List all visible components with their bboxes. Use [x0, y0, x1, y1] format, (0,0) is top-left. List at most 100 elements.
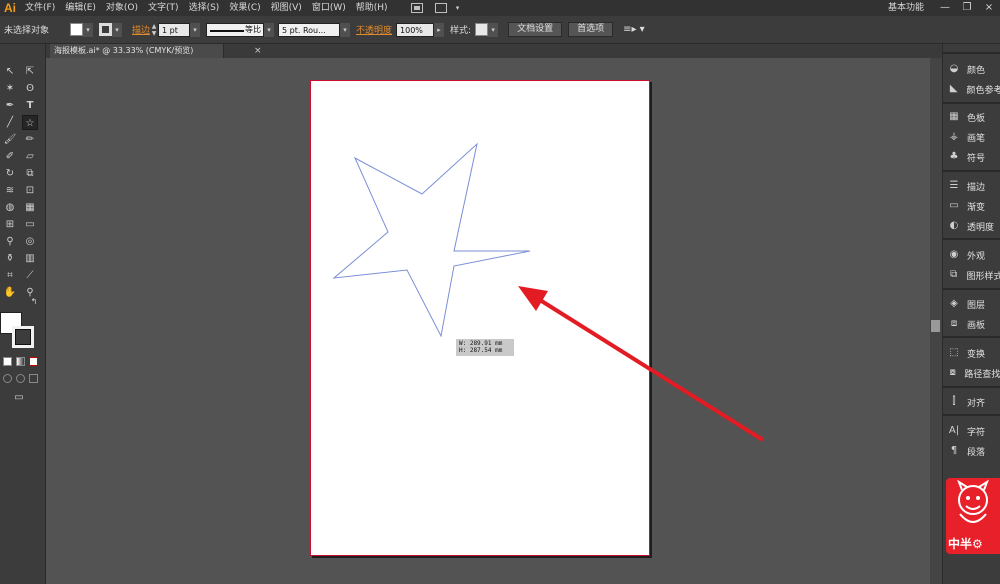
- stroke-dropdown-icon[interactable]: ▾: [112, 22, 122, 37]
- color-mode-icon[interactable]: [3, 357, 12, 366]
- draw-behind-icon[interactable]: [16, 374, 25, 383]
- scrollbar-thumb[interactable]: [931, 320, 940, 332]
- lasso-tool-icon[interactable]: ʘ: [22, 81, 38, 96]
- panel-character[interactable]: A| 字符: [947, 422, 1000, 440]
- menu-object[interactable]: 对象(O): [101, 0, 143, 16]
- pen-tool-icon[interactable]: ✒: [2, 98, 18, 113]
- restore-icon[interactable]: ❐: [956, 0, 978, 16]
- document-tab-bar: 海报模板.ai* @ 33.33% (CMYK/预览) ×: [46, 44, 942, 58]
- workspace-switcher[interactable]: 基本功能: [888, 0, 924, 16]
- panel-brushes[interactable]: ⚶ 画笔: [947, 128, 1000, 146]
- menu-file[interactable]: 文件(F): [20, 0, 60, 16]
- brush-dropdown-icon[interactable]: ▾: [340, 22, 351, 37]
- panel-stroke[interactable]: ☰ 描边: [947, 177, 1000, 195]
- menu-effect[interactable]: 效果(C): [224, 0, 265, 16]
- stroke-swatch[interactable]: [99, 23, 112, 36]
- canvas-area[interactable]: W: 289.91 mm H: 287.54 mm: [46, 58, 942, 584]
- stroke-profile-dropdown-icon[interactable]: ▾: [264, 22, 275, 37]
- panel-label: 段落: [967, 447, 986, 458]
- panel-layers[interactable]: ◈ 图层: [947, 295, 1000, 313]
- draw-normal-icon[interactable]: [3, 374, 12, 383]
- pencil-tool-icon[interactable]: ✏: [22, 132, 38, 147]
- scale-tool-icon[interactable]: ⧉: [22, 166, 38, 181]
- menu-select[interactable]: 选择(S): [184, 0, 225, 16]
- brush-select[interactable]: 5 pt. Rou...: [278, 22, 341, 37]
- fill-swatch[interactable]: [70, 23, 83, 36]
- arrange-documents-icon[interactable]: [434, 3, 447, 13]
- opacity-dropdown-icon[interactable]: ▸: [434, 22, 445, 37]
- free-transform-tool-icon[interactable]: ⊡: [22, 183, 38, 198]
- direct-selection-tool-icon[interactable]: ⇱: [22, 64, 38, 79]
- panel-transparency[interactable]: ◐ 透明度: [947, 217, 1000, 235]
- document-tab[interactable]: 海报模板.ai* @ 33.33% (CMYK/预览): [50, 44, 224, 58]
- hand-tool-icon[interactable]: ✋: [2, 285, 18, 300]
- none-mode-icon[interactable]: [29, 357, 38, 366]
- eraser-tool-icon[interactable]: ▱: [22, 149, 38, 164]
- menu-view[interactable]: 视图(V): [266, 0, 307, 16]
- stroke-profile-select[interactable]: 等比: [206, 22, 265, 37]
- blend-tool-icon[interactable]: ◎: [22, 234, 38, 249]
- gradient-mode-icon[interactable]: [16, 357, 25, 366]
- warp-tool-icon[interactable]: ≋: [2, 183, 18, 198]
- stroke-weight-spinner-icon[interactable]: ▲ ▼: [150, 23, 158, 37]
- panel-color[interactable]: ◒ 颜色: [947, 60, 1000, 78]
- stroke-label[interactable]: 描边: [132, 23, 150, 36]
- eyedropper-tool-icon[interactable]: ⚲: [2, 234, 18, 249]
- panel-paragraph[interactable]: ¶ 段落: [947, 442, 1000, 460]
- slice-tool-icon[interactable]: ⟋: [22, 268, 38, 283]
- shape-builder-tool-icon[interactable]: ◍: [2, 200, 18, 215]
- star-shape[interactable]: [332, 142, 531, 338]
- panel-options-icon[interactable]: ≡▸ ▾: [623, 24, 645, 35]
- artboard-tool-icon[interactable]: ⌗: [2, 268, 18, 283]
- menu-edit[interactable]: 编辑(E): [60, 0, 101, 16]
- site-watermark: 中半⚙: [946, 478, 1000, 554]
- opacity-label[interactable]: 不透明度: [356, 23, 392, 36]
- panel-symbols[interactable]: ♣ 符号: [947, 148, 1000, 166]
- panel-pathfinder[interactable]: ⧇ 路径查找器: [947, 364, 1000, 382]
- close-tab-icon[interactable]: ×: [254, 44, 262, 58]
- vertical-scrollbar[interactable]: [930, 58, 942, 584]
- fill-dropdown-icon[interactable]: ▾: [83, 22, 93, 37]
- symbol-sprayer-tool-icon[interactable]: ⚱: [2, 251, 18, 266]
- mesh-tool-icon[interactable]: ⊞: [2, 217, 18, 232]
- bridge-icon[interactable]: [410, 3, 423, 13]
- style-dropdown-icon[interactable]: ▾: [488, 22, 499, 37]
- menu-type[interactable]: 文字(T): [143, 0, 184, 16]
- panel-appearance[interactable]: ◉ 外观: [947, 246, 1000, 264]
- menu-help[interactable]: 帮助(H): [351, 0, 393, 16]
- type-tool-icon[interactable]: T: [22, 98, 38, 113]
- stroke-weight-dropdown-icon[interactable]: ▾: [190, 22, 201, 37]
- column-graph-tool-icon[interactable]: ▥: [22, 251, 38, 266]
- line-tool-icon[interactable]: ╱: [2, 115, 18, 130]
- swap-fill-stroke-icon[interactable]: ↰: [28, 296, 40, 308]
- panel-graphic-styles[interactable]: ⧉ 图形样式: [947, 266, 1000, 284]
- style-label: 样式:: [450, 26, 472, 36]
- magic-wand-tool-icon[interactable]: ✶: [2, 81, 18, 96]
- close-window-icon[interactable]: ×: [978, 0, 1000, 16]
- panel-align[interactable]: ⫿ 对齐: [947, 393, 1000, 411]
- minimize-icon[interactable]: —: [934, 0, 956, 16]
- star-tool-icon[interactable]: ☆: [22, 115, 38, 130]
- graphic-style-swatch[interactable]: [475, 23, 489, 36]
- panel-color-guide[interactable]: ◣ 颜色参考: [947, 80, 1000, 98]
- stroke-color-box[interactable]: [12, 326, 34, 348]
- chevron-down-icon[interactable]: ▾: [453, 1, 463, 15]
- selection-tool-icon[interactable]: ↖: [2, 64, 18, 79]
- panel-swatches[interactable]: ▦ 色板: [947, 108, 1000, 126]
- blob-brush-tool-icon[interactable]: ✐: [2, 149, 18, 164]
- perspective-grid-tool-icon[interactable]: ▦: [22, 200, 38, 215]
- menu-window[interactable]: 窗口(W): [307, 0, 351, 16]
- panel-transform[interactable]: ⬚ 变换: [947, 344, 1000, 362]
- opacity-input[interactable]: 100%: [396, 22, 435, 37]
- panel-gradient[interactable]: ▭ 渐变: [947, 197, 1000, 215]
- stroke-weight-input[interactable]: 1 pt: [158, 22, 191, 37]
- draw-inside-icon[interactable]: [29, 374, 38, 383]
- document-setup-button[interactable]: 文档设置: [508, 22, 563, 37]
- gradient-tool-icon[interactable]: ▭: [22, 217, 38, 232]
- preferences-button[interactable]: 首选项: [568, 22, 614, 37]
- panel-label: 符号: [967, 153, 986, 164]
- paintbrush-tool-icon[interactable]: 🖌: [2, 132, 18, 147]
- screen-mode-icon[interactable]: ▭: [10, 390, 28, 405]
- panel-artboards[interactable]: ⧈ 画板: [947, 315, 1000, 333]
- rotate-tool-icon[interactable]: ↻: [2, 166, 18, 181]
